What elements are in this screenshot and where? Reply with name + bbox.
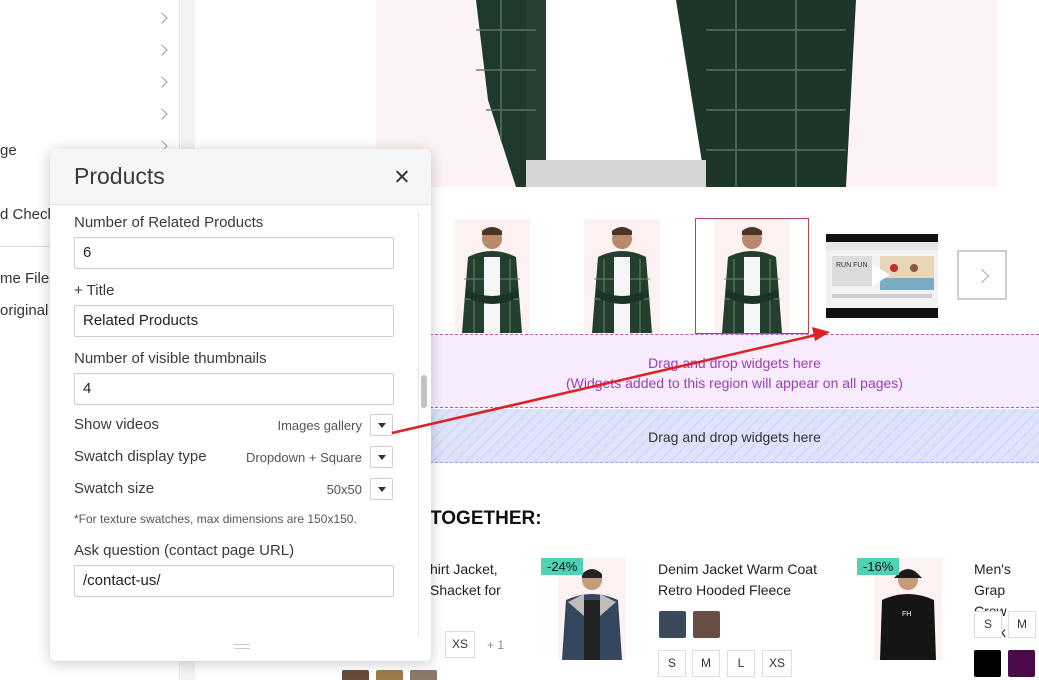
model-thumbnail-illustration <box>592 227 652 333</box>
color-swatch[interactable] <box>659 611 686 638</box>
main-product-image[interactable] <box>376 0 998 187</box>
texture-swatch-note: *For texture swatches, max dimensions ar… <box>74 512 357 526</box>
discount-badge: -24% <box>541 558 584 575</box>
video-thumbnail[interactable]: RUN FUN <box>826 234 938 318</box>
size-option[interactable]: XS <box>445 631 476 658</box>
ask-question-input[interactable]: /contact-us/ <box>74 565 394 597</box>
swatch-type-label: Swatch display type <box>74 448 207 465</box>
dropzone-subtitle: (Widgets added to this region will appea… <box>566 375 903 391</box>
more-sizes-count: + 1 <box>487 638 505 652</box>
size-option[interactable]: S <box>974 611 1002 638</box>
swatch-size-label: Swatch size <box>74 480 155 497</box>
thumbnails-label: Number of visible thumbnails <box>74 350 267 367</box>
show-videos-label: Show videos <box>74 416 160 433</box>
sidebar-item[interactable] <box>0 102 180 134</box>
model-illustration <box>376 0 998 187</box>
swatch-size-value[interactable]: 50x50 <box>327 482 362 497</box>
global-widget-dropzone[interactable]: Drag and drop widgets here (Widgets adde… <box>430 334 1039 408</box>
color-swatch[interactable] <box>410 670 437 680</box>
discount-badge: -16% <box>857 558 900 575</box>
size-option[interactable]: M <box>1008 611 1036 638</box>
swatch-size-dropdown[interactable] <box>370 478 393 500</box>
panel-scrollbar-track[interactable] <box>418 213 429 637</box>
gallery-thumbnail[interactable] <box>584 219 660 333</box>
model-thumbnail-illustration <box>462 227 522 333</box>
page-widget-dropzone[interactable]: Drag and drop widgets here <box>430 409 1039 463</box>
panel-header: Products <box>50 149 431 205</box>
gallery-thumbnail[interactable] <box>454 219 530 333</box>
section-title: TOGETHER: <box>430 508 542 529</box>
title-label[interactable]: + Title <box>74 282 114 299</box>
size-option[interactable]: M <box>692 650 720 677</box>
product-name[interactable]: hirt Jacket, Shacket for <box>430 559 501 601</box>
related-products-label: Number of Related Products <box>74 214 264 231</box>
thumbnails-input[interactable]: 4 <box>74 373 394 405</box>
thumbnail-selection-frame <box>695 218 809 334</box>
svg-text:FH: FH <box>902 611 911 618</box>
sidebar-item-label: original t <box>0 302 57 319</box>
sidebar-item[interactable] <box>0 70 180 102</box>
sidebar-item-label: ge <box>0 142 17 159</box>
related-products-input[interactable]: 6 <box>74 237 394 269</box>
size-option[interactable]: XS <box>762 650 793 677</box>
dropzone-title: Drag and drop widgets here <box>648 429 821 445</box>
swatch-type-dropdown[interactable] <box>370 446 393 468</box>
size-option[interactable]: S <box>658 650 686 677</box>
color-swatch[interactable] <box>376 670 403 680</box>
sidebar-item[interactable] <box>0 6 180 38</box>
page-root: ge d Checkout me Files original t RUN FU… <box>0 0 1039 680</box>
close-icon[interactable] <box>392 167 412 187</box>
chevron-right-icon <box>974 268 990 284</box>
color-swatch[interactable] <box>974 650 1001 677</box>
color-swatch[interactable] <box>1008 650 1035 677</box>
chevron-right-icon <box>156 12 168 24</box>
sidebar-item[interactable] <box>0 38 180 70</box>
ask-question-label: Ask question (contact page URL) <box>74 542 295 559</box>
gallery-next-button[interactable] <box>957 250 1007 300</box>
video-brand-text: RUN FUN <box>836 262 868 269</box>
size-option[interactable]: L <box>727 650 755 677</box>
products-settings-panel: Products Number of Related Products 6 + … <box>50 149 431 661</box>
dropzone-title: Drag and drop widgets here <box>648 355 821 371</box>
resize-grip-icon[interactable] <box>234 644 250 649</box>
show-videos-dropdown[interactable] <box>370 414 393 436</box>
color-swatch[interactable] <box>693 611 720 638</box>
show-videos-value[interactable]: Images gallery <box>277 418 362 433</box>
sidebar-item-label: me Files <box>0 270 57 287</box>
video-preview-illustration: RUN FUN <box>826 234 938 318</box>
swatch-type-value[interactable]: Dropdown + Square <box>246 450 362 465</box>
product-name[interactable]: Denim Jacket Warm Coat Retro Hooded Flee… <box>658 559 817 601</box>
color-swatch[interactable] <box>342 670 369 680</box>
chevron-right-icon <box>156 108 168 120</box>
chevron-right-icon <box>156 44 168 56</box>
panel-title: Products <box>74 163 165 189</box>
title-input[interactable]: Related Products <box>74 305 394 337</box>
panel-scrollbar-thumb[interactable] <box>421 375 427 408</box>
chevron-right-icon <box>156 76 168 88</box>
